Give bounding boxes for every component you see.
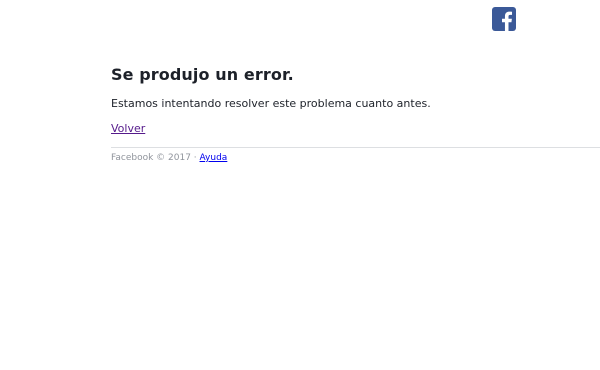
divider: [111, 147, 600, 148]
back-link[interactable]: Volver: [111, 121, 145, 137]
error-panel: Se produjo un error. Estamos intentando …: [111, 64, 600, 137]
error-title: Se produjo un error.: [111, 65, 294, 84]
facebook-logo[interactable]: [492, 7, 516, 31]
footer-separator: ·: [190, 153, 200, 163]
help-link[interactable]: Ayuda: [200, 153, 228, 163]
footer: Facebook © 2017 · Ayuda: [111, 152, 227, 164]
error-message: Estamos intentando resolver este problem…: [111, 97, 431, 110]
footer-copyright: Facebook © 2017: [111, 153, 191, 163]
facebook-f-icon: [502, 11, 513, 31]
